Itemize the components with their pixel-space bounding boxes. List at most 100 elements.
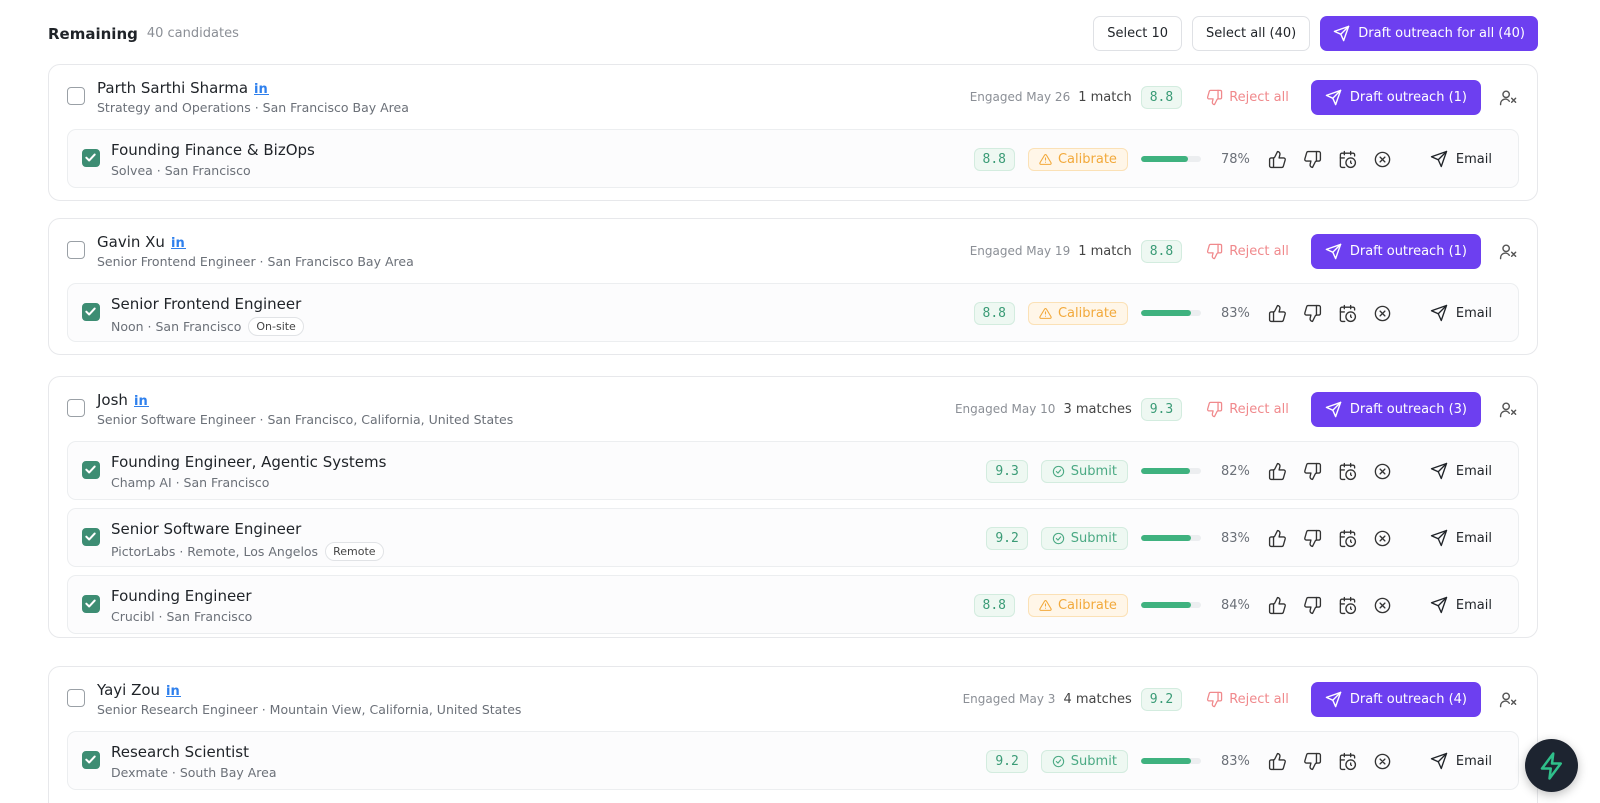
email-button[interactable]: Email — [1430, 304, 1492, 322]
thumbs-down-icon[interactable] — [1295, 457, 1330, 485]
email-button[interactable]: Email — [1430, 596, 1492, 614]
calendar-clock-icon[interactable] — [1330, 299, 1365, 327]
job-subtitle: Crucibl · San Francisco — [111, 609, 252, 624]
candidate-checkbox[interactable] — [67, 399, 85, 417]
candidate-checkbox[interactable] — [67, 689, 85, 707]
status-badge[interactable]: Calibrate — [1027, 301, 1128, 325]
select-all-button[interactable]: Select all (40) — [1192, 16, 1311, 51]
job-title[interactable]: Senior Software Engineer — [111, 520, 301, 538]
draft-outreach-button[interactable]: Draft outreach (1) — [1310, 79, 1481, 115]
warning-icon — [1039, 599, 1052, 611]
dismiss-icon[interactable] — [1365, 457, 1400, 485]
thumbs-down-icon[interactable] — [1295, 524, 1330, 552]
status-badge[interactable]: Submit — [1040, 749, 1128, 773]
candidate-checkbox[interactable] — [67, 87, 85, 105]
linkedin-icon[interactable]: in — [254, 81, 271, 95]
send-icon — [1325, 401, 1342, 417]
send-icon — [1325, 89, 1342, 105]
candidate-checkbox[interactable] — [67, 241, 85, 259]
job-title[interactable]: Founding Finance & BizOps — [111, 141, 315, 159]
thumbs-up-icon[interactable] — [1260, 299, 1295, 327]
check-circle-icon — [1052, 532, 1064, 544]
select-10-button[interactable]: Select 10 — [1093, 16, 1182, 51]
calendar-clock-icon[interactable] — [1330, 457, 1365, 485]
job-checkbox[interactable] — [82, 461, 100, 479]
thumbs-up-icon[interactable] — [1260, 145, 1295, 173]
thumbs-down-icon[interactable] — [1295, 145, 1330, 173]
job-subtitle: Noon · San Francisco On-site — [111, 317, 304, 336]
reject-all-button[interactable]: Reject all — [1206, 243, 1289, 260]
thumbs-down-icon[interactable] — [1295, 591, 1330, 619]
reject-all-button[interactable]: Reject all — [1206, 89, 1289, 106]
draft-outreach-all-button[interactable]: Draft outreach for all (40) — [1320, 16, 1538, 51]
thumbs-down-icon[interactable] — [1295, 299, 1330, 327]
candidate-subtitle: Senior Software Engineer · San Francisco… — [97, 412, 514, 427]
candidate-score: 8.8 — [1140, 85, 1183, 109]
job-title[interactable]: Founding Engineer, Agentic Systems — [111, 453, 386, 471]
job-score: 9.3 — [986, 459, 1028, 483]
candidate-subtitle: Senior Frontend Engineer · San Francisco… — [97, 254, 414, 269]
svg-text:in: in — [166, 684, 180, 697]
candidate-name: Yayi Zou in — [97, 681, 183, 699]
email-label: Email — [1455, 530, 1492, 546]
remove-user-icon[interactable] — [1497, 398, 1519, 420]
email-button[interactable]: Email — [1430, 752, 1492, 770]
email-button[interactable]: Email — [1430, 462, 1492, 480]
thumbs-down-icon[interactable] — [1295, 747, 1330, 775]
status-badge[interactable]: Submit — [1040, 526, 1128, 550]
calendar-clock-icon[interactable] — [1330, 747, 1365, 775]
job-company-location: PictorLabs · Remote, Los Angelos — [111, 544, 319, 559]
remove-user-icon[interactable] — [1497, 240, 1519, 262]
candidate-name-text: Yayi Zou — [97, 681, 161, 699]
reject-all-button[interactable]: Reject all — [1206, 691, 1289, 708]
remove-user-icon[interactable] — [1497, 688, 1519, 710]
status-badge[interactable]: Submit — [1040, 459, 1128, 483]
engaged-date: Engaged May 10 — [954, 402, 1056, 416]
dismiss-icon[interactable] — [1365, 591, 1400, 619]
linkedin-icon[interactable]: in — [166, 683, 183, 697]
job-checkbox[interactable] — [82, 751, 100, 769]
status-label: Submit — [1070, 753, 1117, 769]
email-label: Email — [1455, 597, 1492, 613]
dismiss-icon[interactable] — [1365, 747, 1400, 775]
match-progress-fill — [1140, 468, 1191, 474]
job-checkbox[interactable] — [82, 149, 100, 167]
dismiss-icon[interactable] — [1365, 524, 1400, 552]
calendar-clock-icon[interactable] — [1330, 145, 1365, 173]
draft-outreach-button[interactable]: Draft outreach (1) — [1310, 233, 1481, 269]
draft-outreach-label: Draft outreach (3) — [1349, 401, 1467, 417]
job-title[interactable]: Research Scientist — [111, 743, 249, 761]
calendar-clock-icon[interactable] — [1330, 591, 1365, 619]
dismiss-icon[interactable] — [1365, 299, 1400, 327]
job-title[interactable]: Founding Engineer — [111, 587, 252, 605]
candidate-card: Gavin Xu in Senior Frontend Engineer · S… — [48, 218, 1538, 355]
thumbs-up-icon[interactable] — [1260, 591, 1295, 619]
thumbs-up-icon[interactable] — [1260, 524, 1295, 552]
job-subtitle: Dexmate · South Bay Area — [111, 765, 277, 780]
job-checkbox[interactable] — [82, 528, 100, 546]
draft-outreach-button[interactable]: Draft outreach (4) — [1310, 681, 1481, 717]
thumbs-down-icon — [1207, 401, 1223, 417]
linkedin-icon[interactable]: in — [133, 393, 151, 407]
candidate-actions: Engaged May 3 4 matches 9.2 Reject all D… — [963, 681, 1519, 717]
reject-all-button[interactable]: Reject all — [1206, 401, 1289, 418]
match-percent: 78% — [1221, 151, 1250, 167]
thumbs-down-icon — [1207, 243, 1223, 259]
job-title[interactable]: Senior Frontend Engineer — [111, 295, 301, 313]
job-checkbox[interactable] — [82, 595, 100, 613]
calendar-clock-icon[interactable] — [1330, 524, 1365, 552]
job-checkbox[interactable] — [82, 303, 100, 321]
email-button[interactable]: Email — [1430, 150, 1492, 168]
status-badge[interactable]: Calibrate — [1027, 147, 1128, 171]
assistant-fab[interactable] — [1525, 739, 1578, 792]
candidate-name: Josh in — [97, 391, 151, 409]
linkedin-icon[interactable]: in — [170, 235, 188, 249]
remove-user-icon[interactable] — [1497, 86, 1519, 108]
candidate-score: 9.2 — [1140, 687, 1183, 711]
thumbs-up-icon[interactable] — [1260, 747, 1295, 775]
dismiss-icon[interactable] — [1365, 145, 1400, 173]
draft-outreach-button[interactable]: Draft outreach (3) — [1310, 391, 1481, 427]
email-button[interactable]: Email — [1430, 529, 1492, 547]
status-badge[interactable]: Calibrate — [1027, 593, 1128, 617]
thumbs-up-icon[interactable] — [1260, 457, 1295, 485]
